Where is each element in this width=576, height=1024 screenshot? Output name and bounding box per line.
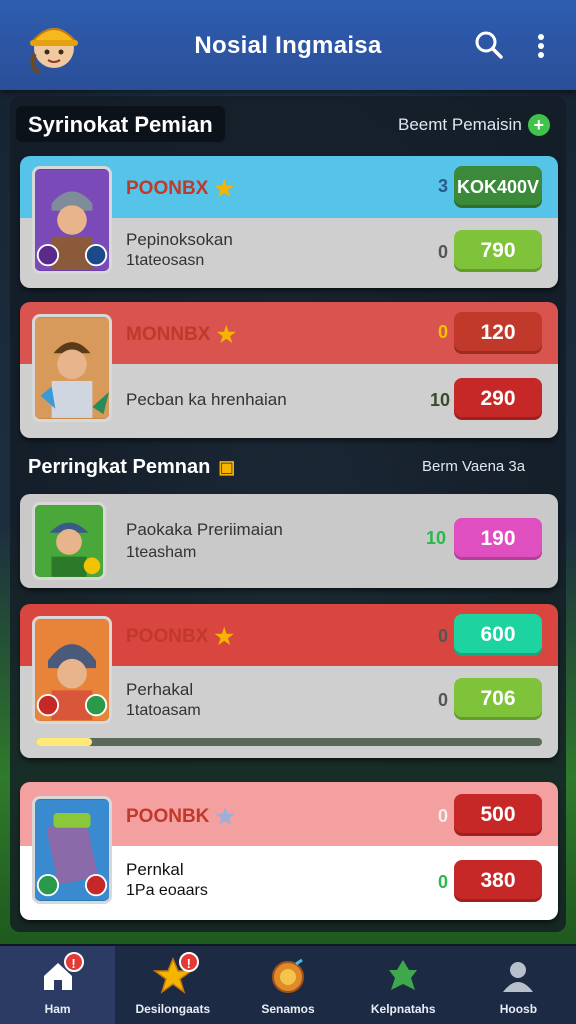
progress-bar	[36, 738, 542, 746]
nav-label: Senamos	[261, 1002, 315, 1016]
trophy-icon	[389, 960, 418, 990]
nav-label: Hoosb	[499, 1002, 538, 1016]
player-line-2: 1Pa eoaars	[126, 882, 208, 899]
bottom-navigation: ! Ham ! Desilongaats Senamos Kelpnatahs …	[0, 944, 576, 1024]
section-title-1: Syrinokat Pemian	[16, 106, 225, 142]
top-app-bar: Nosial Ingmaisa	[0, 0, 576, 90]
top-count: 0	[438, 322, 449, 342]
player-name: MONNBX	[126, 324, 211, 345]
top-score-pill[interactable]: KOK400V	[454, 166, 542, 208]
player-card-3[interactable]: Paokaka Preriimaian 1teasham 10 190	[20, 494, 558, 588]
plus-icon: +	[527, 114, 550, 136]
progress-fill	[36, 738, 92, 746]
player-card-4[interactable]: POONBX ★ Perhakal 1tatoasam 0 600 0 706	[20, 604, 558, 758]
player-line-2: 1tatoasam	[126, 702, 201, 719]
bottom-score-pill[interactable]: 190	[454, 518, 542, 560]
player-portrait	[32, 502, 106, 580]
player-card-2[interactable]: MONNBX ★ Pecban ka hrenhaian 0 120 10 29…	[20, 302, 558, 438]
section-action-label: Beemt Pemaisin	[398, 115, 522, 134]
bottom-score-pill[interactable]: 380	[454, 860, 542, 902]
section-right-label: Berm Vaena 3a	[422, 458, 526, 475]
nav-item-profile[interactable]: Hoosb	[461, 946, 576, 1024]
top-count: 0	[438, 806, 449, 826]
player-name: POONBK	[126, 806, 210, 827]
notification-badge: !	[178, 952, 199, 972]
star-icon: ★	[214, 624, 235, 649]
star-outline-icon: ★	[215, 804, 236, 829]
player-line-2: 1teasham	[126, 544, 197, 561]
bottom-score-pill[interactable]: 290	[454, 378, 542, 420]
player-line-1: Pernkal	[126, 860, 184, 879]
player-line-1: Pepinoksokan	[126, 230, 233, 249]
star-icon: ★	[216, 322, 237, 347]
section-title-2: Perringkat Pemnan	[28, 456, 211, 478]
player-card-1[interactable]: POONBX ★ Pepinoksokan 1tateosasn 3 KOK40…	[20, 156, 558, 288]
bottom-count: 0	[438, 872, 449, 892]
section-action-button[interactable]: Beemt Pemaisin +	[398, 114, 550, 136]
player-line-1: Pecban ka hrenhaian	[126, 390, 287, 409]
top-score-pill[interactable]: 600	[454, 614, 542, 656]
player-line-1: Paokaka Preriimaian	[126, 520, 283, 539]
star-icon: ★	[214, 176, 235, 201]
nav-item-medals[interactable]: Senamos	[230, 946, 345, 1024]
player-name: POONBX	[126, 178, 209, 199]
search-icon[interactable]	[474, 30, 504, 60]
player-portrait	[32, 314, 112, 422]
bottom-score-pill[interactable]: 790	[454, 230, 542, 272]
bottom-score-pill[interactable]: 706	[454, 678, 542, 720]
nav-label: Desilongaats	[135, 1002, 211, 1016]
bottom-count: 10	[430, 390, 451, 410]
top-score-pill[interactable]: 500	[454, 794, 542, 836]
medal-icon	[272, 958, 304, 993]
nav-label: Ham	[44, 1002, 71, 1016]
player-portrait	[32, 166, 112, 274]
nav-item-ranks[interactable]: Kelpnatahs	[346, 946, 461, 1024]
player-line-2: 1tateosasn	[126, 252, 205, 269]
more-vert-icon[interactable]	[530, 32, 552, 60]
trophy-small-icon: ▣	[218, 457, 236, 477]
top-score-pill[interactable]: 120	[454, 312, 542, 354]
player-name: POONBX	[126, 626, 209, 647]
player-portrait	[32, 796, 112, 904]
notification-badge: !	[63, 952, 84, 972]
top-count: 0	[438, 626, 449, 646]
nav-item-home[interactable]: ! Ham	[0, 946, 116, 1024]
nav-item-challenges[interactable]: ! Desilongaats	[115, 946, 230, 1024]
bottom-count: 0	[438, 242, 449, 262]
bottom-count: 0	[438, 690, 449, 710]
player-portrait	[32, 616, 112, 724]
bottom-count: 10	[426, 528, 447, 548]
player-line-1: Perhakal	[126, 680, 194, 699]
top-count: 3	[438, 176, 449, 196]
player-card-5[interactable]: POONBK ★ Pernkal 1Pa eoaars 0 500 0 380	[20, 782, 558, 920]
nav-label: Kelpnatahs	[370, 1002, 436, 1016]
profile-icon	[503, 962, 534, 992]
